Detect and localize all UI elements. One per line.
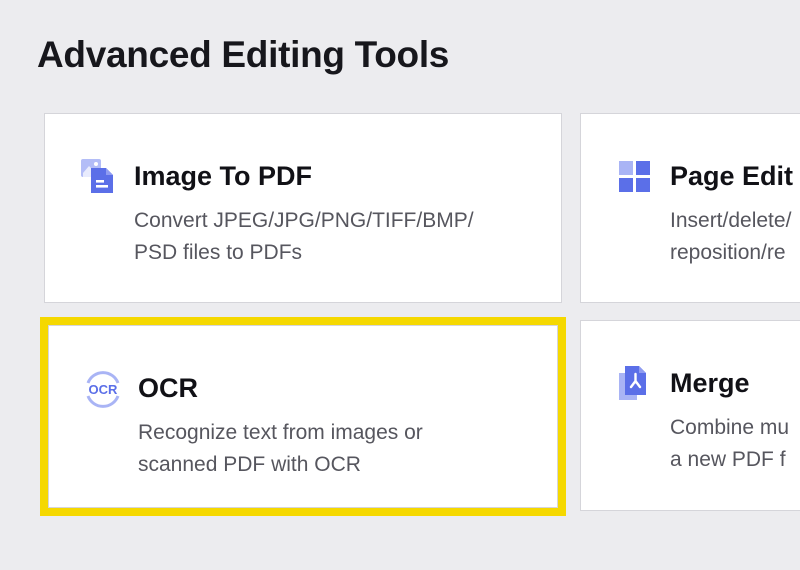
- merge-icon: [619, 366, 646, 400]
- tool-description: Recognize text from images or scanned PD…: [138, 421, 423, 476]
- tool-card-image-to-pdf[interactable]: Image To PDF Convert JPEG/JPG/PNG/TIFF/B…: [44, 113, 562, 303]
- svg-text:OCR: OCR: [89, 382, 119, 397]
- tool-title: Merge: [670, 368, 750, 398]
- tool-description: Combine mu a new PDF f: [670, 416, 790, 471]
- tool-description: Insert/delete/ reposition/re: [670, 209, 792, 264]
- section-title: Advanced Editing Tools: [37, 34, 450, 75]
- tool-card-ocr[interactable]: OCR OCR Recognize text from images or sc…: [40, 317, 566, 516]
- tool-title: Page Edit: [670, 161, 794, 191]
- tool-title: Image To PDF: [134, 161, 313, 191]
- tool-card-page-edit[interactable]: Page Edit Insert/delete/ reposition/re: [580, 113, 800, 303]
- tool-card-merge[interactable]: Merge Combine mu a new PDF f: [580, 320, 800, 511]
- tool-title: OCR: [138, 373, 198, 403]
- ocr-icon: OCR: [86, 371, 120, 408]
- tool-description: Convert JPEG/JPG/PNG/TIFF/BMP/ PSD files…: [134, 209, 474, 264]
- image-to-pdf-icon: [81, 159, 113, 193]
- page-edit-icon: [619, 161, 650, 192]
